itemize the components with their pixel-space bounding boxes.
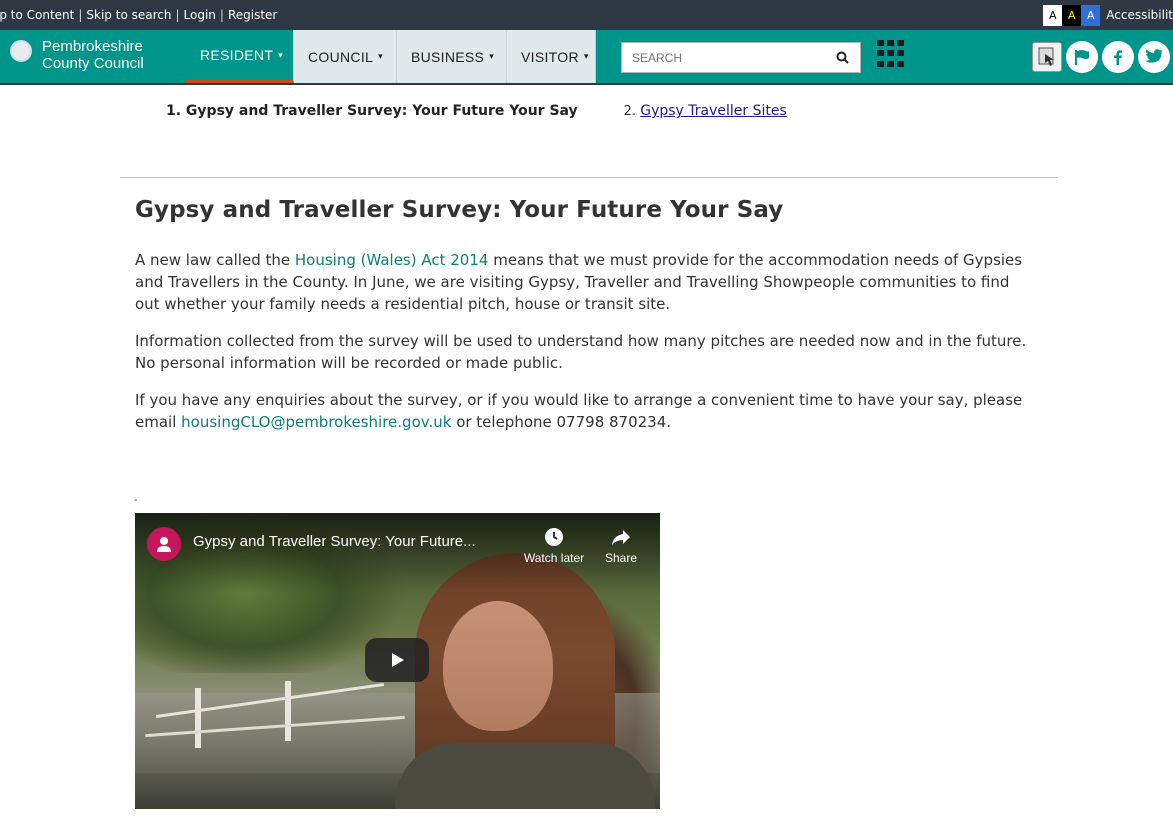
search-icon	[836, 51, 849, 64]
watch-later-label: Watch later	[523, 551, 585, 565]
logo-emblem-icon	[10, 40, 32, 62]
video-subject	[395, 743, 655, 809]
accessibility-link[interactable]: Accessibilit	[1106, 8, 1173, 22]
nav-label: BUSINESS	[411, 48, 485, 65]
contact-paragraph: If you have any enquiries about the surv…	[135, 389, 1035, 433]
twitter-icon[interactable]	[1138, 41, 1170, 73]
share-label: Share	[604, 551, 638, 565]
divider	[120, 177, 1058, 178]
play-icon	[392, 653, 404, 667]
separator: |	[175, 8, 180, 22]
housing-act-link[interactable]: Housing (Wales) Act 2014	[295, 251, 489, 269]
video-title[interactable]: Gypsy and Traveller Survey: Your Future.…	[193, 533, 476, 550]
separator: |	[219, 8, 224, 22]
video-background	[195, 688, 201, 748]
logo-text: Pembrokeshire County Council	[42, 38, 144, 72]
nav-council[interactable]: COUNCIL ▾	[294, 30, 397, 83]
nav-business[interactable]: BUSINESS ▾	[397, 30, 507, 83]
separator: |	[78, 8, 83, 22]
site-logo[interactable]: Pembrokeshire County Council	[10, 38, 144, 72]
nav-label: COUNCIL	[308, 48, 374, 65]
search-box	[621, 42, 861, 73]
info-paragraph: Information collected from the survey wi…	[135, 332, 1027, 372]
apps-grid-icon[interactable]	[877, 40, 905, 68]
chevron-down-icon: ▾	[583, 51, 589, 61]
video-subject	[443, 601, 553, 731]
search-button[interactable]	[828, 43, 856, 72]
video-player[interactable]: Gypsy and Traveller Survey: Your Future.…	[135, 513, 660, 809]
high-contrast-button[interactable]: A	[1062, 4, 1082, 26]
share-arrow-icon	[612, 530, 630, 545]
section-steps: 1. Gypsy and Traveller Survey: Your Futu…	[166, 103, 787, 119]
accessibility-controls: A A A Accessibilit	[1043, 0, 1173, 30]
chevron-down-icon: ▾	[378, 51, 383, 61]
text: or telephone 07798 870234.	[451, 413, 672, 431]
social-links	[1032, 41, 1173, 73]
step-number: 2.	[623, 104, 637, 119]
next-step: 2. Gypsy Traveller Sites	[624, 103, 787, 119]
intro-paragraph: A new law called the Housing (Wales) Act…	[135, 249, 1035, 315]
touch-screen-icon[interactable]	[1032, 42, 1062, 72]
play-button[interactable]	[365, 638, 429, 682]
chevron-down-icon: ▾	[278, 49, 284, 60]
clock-icon	[545, 528, 563, 546]
text-size-default-button[interactable]: A	[1043, 4, 1063, 26]
nav-resident[interactable]: RESIDENT ▾	[186, 30, 294, 83]
page-title: Gypsy and Traveller Survey: Your Future …	[135, 197, 784, 223]
blue-contrast-button[interactable]: A	[1081, 4, 1101, 26]
watch-later-button[interactable]: Watch later	[519, 527, 589, 565]
site-header: Pembrokeshire County Council RESIDENT ▾ C…	[0, 30, 1173, 85]
share-button[interactable]: Share	[601, 527, 641, 565]
chevron-down-icon: ▾	[489, 51, 495, 61]
login-link[interactable]: Login	[184, 8, 216, 22]
facebook-icon[interactable]	[1102, 41, 1134, 73]
utility-links: ip to Content | Skip to search | Login | Regis…	[0, 0, 277, 30]
utility-bar: ip to Content | Skip to search | Login | Regis…	[0, 0, 1173, 30]
nav-visitor[interactable]: VISITOR ▾	[507, 30, 596, 83]
video-background	[285, 681, 291, 741]
email-link[interactable]: housingCLO@pembrokeshire.gov.uk	[181, 413, 451, 431]
nav-label: VISITOR	[521, 48, 579, 65]
gypsy-traveller-sites-link[interactable]: Gypsy Traveller Sites	[640, 103, 787, 119]
flag-icon[interactable]	[1066, 41, 1098, 73]
nav-label: RESIDENT	[200, 47, 274, 63]
skip-to-content-link[interactable]: ip to Content	[0, 8, 74, 22]
channel-avatar-icon[interactable]	[147, 527, 181, 561]
logo-line-1: Pembrokeshire	[42, 38, 143, 55]
search-input[interactable]	[622, 43, 827, 72]
text: A new law called the	[135, 251, 295, 269]
skip-to-search-link[interactable]: Skip to search	[86, 8, 171, 22]
logo-line-2: County Council	[42, 55, 144, 72]
current-step: 1. Gypsy and Traveller Survey: Your Futu…	[166, 103, 578, 119]
stray-dash: -	[134, 495, 138, 506]
register-link[interactable]: Register	[228, 8, 277, 22]
main-nav: RESIDENT ▾ COUNCIL ▾ BUSINESS ▾ VISITOR ▾	[186, 30, 596, 83]
